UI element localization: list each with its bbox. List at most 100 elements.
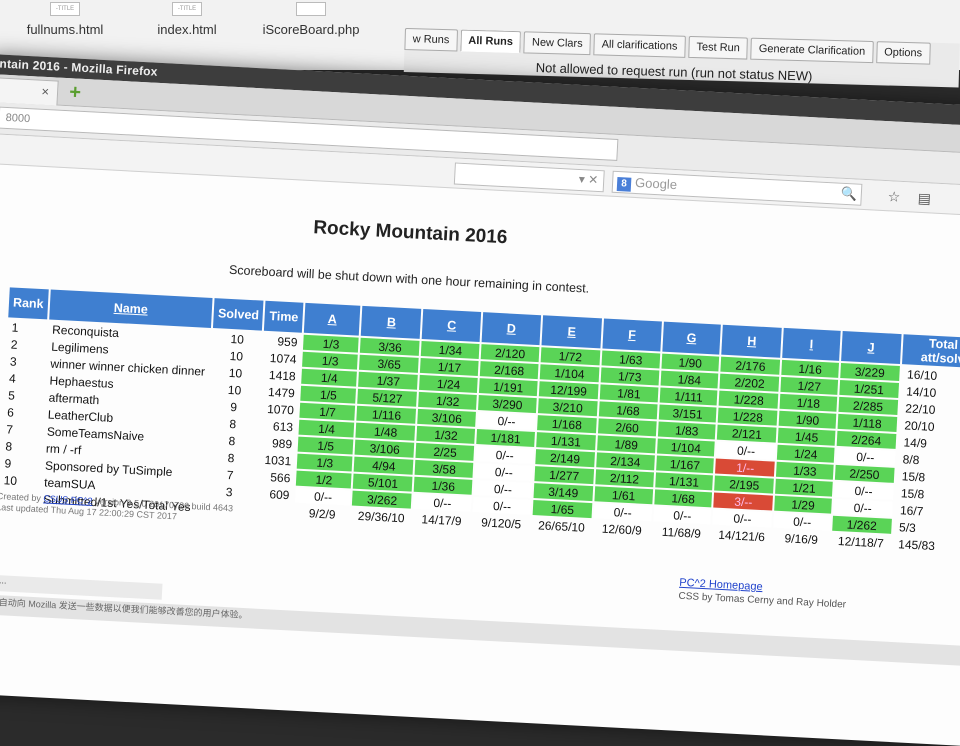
problem-cell: 1/228 [718, 390, 779, 409]
problem-cell: 1/3 [302, 351, 359, 370]
problem-cell: 1/73 [600, 367, 660, 386]
problem-cell: 3/210 [537, 398, 598, 417]
tab-new-runs[interactable]: w Runs [404, 28, 458, 52]
problem-cell: 0/-- [475, 445, 535, 464]
problem-cell: 1/32 [418, 391, 477, 410]
problem-cell: 1/34 [421, 341, 480, 360]
total-cell: 15/8 [900, 485, 925, 501]
problem-cell: 3/106 [354, 439, 415, 458]
col-problem-j[interactable]: J [840, 330, 902, 365]
summary-cell: 14/17/9 [421, 511, 462, 528]
problem-cell: 1/18 [779, 393, 838, 412]
problem-cell: 1/37 [358, 371, 419, 390]
problem-cell: 1/68 [654, 489, 713, 508]
rank-cell: 7 [6, 421, 14, 437]
problem-cell: 2/202 [719, 373, 780, 392]
total-cell: 16/7 [899, 502, 924, 518]
tab-generate-clarification[interactable]: Generate Clarification [750, 37, 874, 64]
summary-cell: 11/68/9 [661, 524, 702, 541]
problem-cell: 2/285 [838, 396, 898, 415]
tab-all-clarifications[interactable]: All clarifications [593, 33, 686, 58]
reading-list-icon[interactable]: ▤ [917, 190, 931, 208]
problem-cell: 1/36 [414, 476, 473, 495]
file-name: iScoreBoard.php [262, 22, 360, 37]
time-cell: 566 [269, 469, 291, 485]
problem-cell: 1/181 [476, 429, 535, 448]
col-problem-a[interactable]: A [303, 302, 361, 336]
problem-cell: 1/45 [778, 427, 836, 446]
tab-options[interactable]: Options [875, 41, 931, 65]
solved-cell: 10 [227, 382, 242, 398]
problem-cell: 0/-- [413, 493, 472, 512]
problem-cell: 0/-- [833, 481, 894, 500]
problem-cell: 1/90 [661, 353, 720, 372]
total-cell: 5/3 [898, 519, 917, 535]
close-tab-icon[interactable]: × [41, 84, 49, 99]
solved-cell: 7 [226, 467, 234, 482]
new-tab-icon[interactable]: + [64, 81, 87, 104]
problem-cell: 2/60 [597, 418, 657, 437]
summary-cell: 9/120/5 [480, 514, 522, 531]
col-problem-c[interactable]: C [422, 309, 482, 343]
problem-cell: 1/277 [534, 466, 595, 485]
rank-cell: 2 [10, 336, 18, 352]
tab-test-run[interactable]: Test Run [688, 35, 749, 60]
file-icon-iscoreboard[interactable]: iScoreBoard.php [236, 0, 386, 62]
col-problem-h[interactable]: H [721, 324, 783, 358]
summary-cell: 26/65/10 [537, 517, 586, 535]
search-placeholder: Google [634, 174, 678, 193]
problem-cell: 1/24 [419, 374, 478, 393]
summary-cell: 29/36/10 [357, 508, 405, 525]
total-cell: 15/8 [901, 468, 926, 485]
time-cell: 1070 [266, 401, 295, 417]
problem-cell: 1/4 [298, 419, 355, 438]
tab-all-runs[interactable]: All Runs [460, 29, 522, 54]
problem-cell: 1/68 [598, 401, 658, 420]
search-engine-icon[interactable]: 8 [616, 177, 632, 192]
col-solved: Solved [213, 298, 264, 331]
problem-cell: 3/290 [478, 395, 537, 414]
html-file-icon: -TITLE [50, 2, 80, 16]
col-time: Time [264, 300, 304, 333]
bookmark-star-icon[interactable]: ☆ [887, 188, 900, 206]
col-problem-b[interactable]: B [361, 305, 422, 339]
problem-cell: 1/167 [655, 455, 715, 474]
problem-cell: 1/116 [356, 405, 417, 424]
search-icon[interactable]: 🔍 [840, 186, 857, 203]
rank-cell: 8 [5, 438, 13, 454]
solved-cell: 10 [228, 365, 243, 381]
created-by-label: Created by [0, 490, 42, 504]
problem-cell: 1/262 [832, 515, 892, 534]
problem-cell: 1/89 [597, 435, 656, 454]
col-problem-d[interactable]: D [481, 312, 542, 346]
url-dropdown[interactable]: ▾ ✕ [453, 162, 605, 193]
total-cell: 22/10 [905, 400, 936, 417]
solved-cell: 9 [229, 399, 238, 414]
problem-cell: 0/-- [593, 503, 652, 522]
rank-cell: 1 [11, 320, 19, 335]
problem-cell: 2/25 [415, 442, 475, 461]
problem-cell: 0/-- [474, 462, 534, 481]
problem-cell: 0/-- [295, 487, 352, 506]
time-cell: 959 [277, 333, 298, 349]
col-problem-f[interactable]: F [602, 318, 662, 352]
problem-cell: 1/7 [299, 402, 356, 421]
total-cell: 16/10 [906, 366, 938, 383]
tab-new-clars[interactable]: New Clars [523, 31, 591, 56]
col-problem-i[interactable]: I [782, 327, 841, 361]
summary-cell: 14/121/6 [717, 527, 766, 544]
problem-cell: 1/61 [594, 486, 653, 505]
problem-cell: 3/262 [352, 490, 412, 509]
rank-cell: 6 [6, 404, 15, 420]
browser-tab[interactable]: × [0, 76, 59, 106]
time-cell: 1074 [269, 350, 297, 366]
problem-cell: 3/229 [840, 362, 900, 382]
col-problem-e[interactable]: E [541, 315, 602, 349]
col-problem-g[interactable]: G [662, 321, 722, 355]
summary-cell: 12/60/9 [601, 521, 643, 538]
problem-cell: 1/33 [776, 461, 834, 480]
problem-cell: 1/131 [654, 472, 714, 491]
solved-cell: 10 [229, 348, 244, 364]
problem-cell: 1/48 [355, 422, 416, 441]
problem-cell: 2/120 [480, 344, 540, 363]
